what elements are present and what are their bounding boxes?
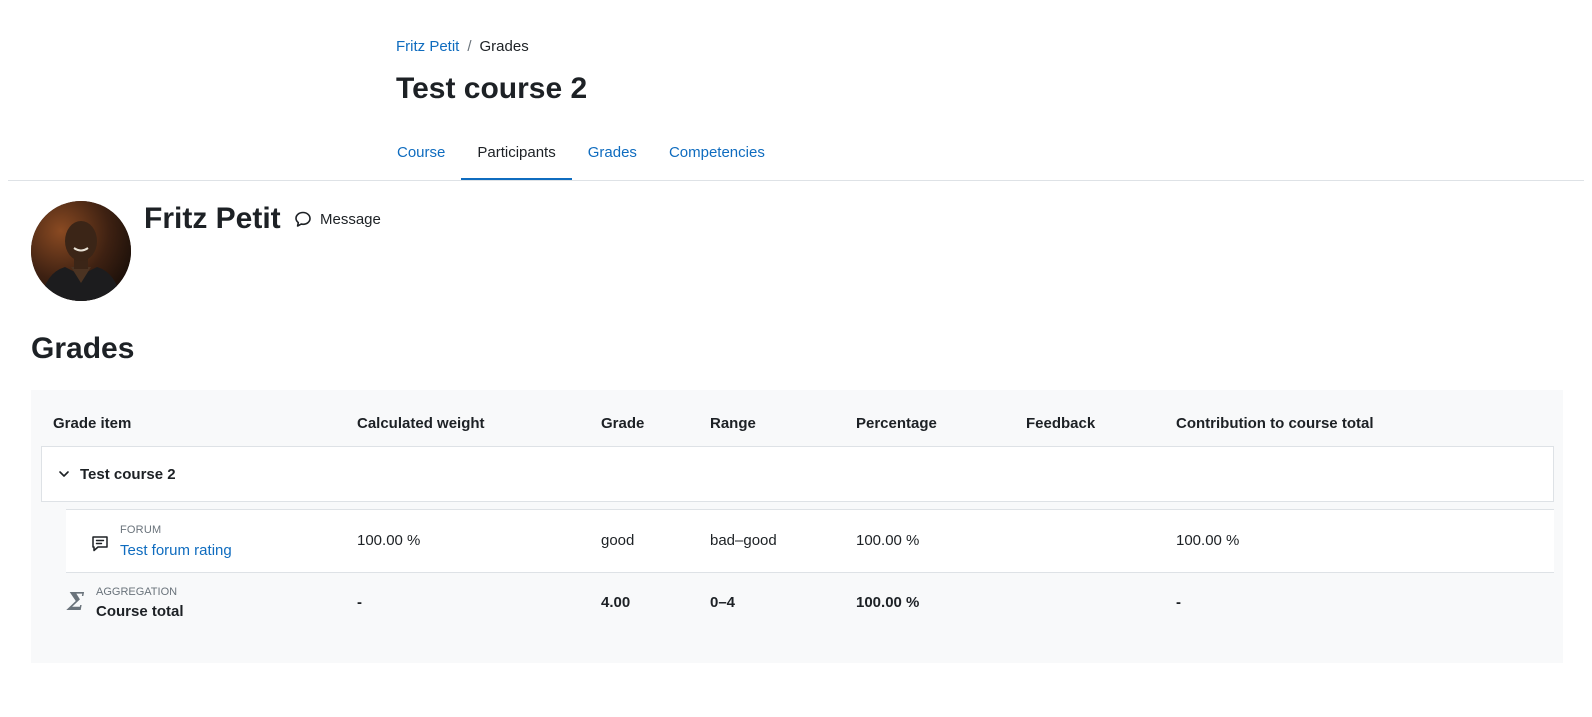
- category-row: Test course 2: [41, 446, 1554, 502]
- user-name: Fritz Petit: [144, 202, 281, 235]
- message-button[interactable]: Message: [294, 210, 381, 228]
- total-type: AGGREGATION: [96, 586, 178, 598]
- item-grade: good: [601, 532, 635, 549]
- total-contribution: -: [1176, 594, 1181, 611]
- column-header-range: Range: [710, 415, 756, 432]
- breadcrumb-separator: /: [467, 38, 472, 55]
- avatar-photo: [31, 201, 131, 301]
- column-header-percentage: Percentage: [856, 415, 937, 432]
- message-icon: [295, 211, 311, 227]
- total-percentage: 100.00 %: [856, 594, 920, 611]
- category-name: Test course 2: [80, 465, 176, 483]
- item-percentage: 100.00 %: [856, 532, 920, 549]
- total-weight: -: [357, 594, 362, 611]
- item-module-type: FORUM: [120, 524, 162, 536]
- column-header-feedback: Feedback: [1026, 415, 1096, 432]
- forum-icon: [90, 534, 110, 558]
- total-grade: 4.00: [601, 594, 631, 611]
- message-label: Message: [320, 210, 381, 228]
- column-header-grade: Grade: [601, 415, 645, 432]
- breadcrumb-current: Grades: [479, 38, 529, 55]
- grade-item-link[interactable]: Test forum rating: [120, 542, 232, 559]
- sigma-icon: Σ: [67, 587, 84, 616]
- column-header-grade-item: Grade item: [53, 415, 132, 432]
- course-total-row: Σ AGGREGATION Course total - 4.00 0–4 10…: [31, 573, 1563, 637]
- tab-competencies[interactable]: Competencies: [653, 124, 781, 181]
- secondary-navigation: Course Participants Grades Competencies: [396, 124, 781, 181]
- user-grade-report: Grade item Calculated weight Grade Range…: [31, 390, 1563, 663]
- grades-heading: Grades: [31, 332, 135, 365]
- item-contribution: 100.00 %: [1176, 532, 1240, 549]
- breadcrumb: Fritz Petit / Grades: [396, 38, 529, 55]
- column-header-calculated-weight: Calculated weight: [357, 415, 485, 432]
- avatar: [31, 201, 131, 301]
- item-range: bad–good: [710, 532, 777, 549]
- breadcrumb-link-user[interactable]: Fritz Petit: [396, 38, 459, 55]
- header-divider: [8, 180, 1584, 181]
- column-header-contribution: Contribution to course total: [1176, 415, 1374, 432]
- tab-grades[interactable]: Grades: [572, 124, 653, 181]
- total-name: Course total: [96, 603, 184, 620]
- page-title: Test course 2: [396, 72, 588, 105]
- total-range: 0–4: [710, 594, 736, 611]
- tab-participants[interactable]: Participants: [461, 124, 572, 181]
- chevron-down-icon[interactable]: [58, 468, 70, 480]
- item-weight: 100.00 %: [357, 532, 421, 549]
- grade-item-row: FORUM Test forum rating 100.00 % good ba…: [66, 509, 1554, 573]
- tab-course[interactable]: Course: [396, 124, 461, 181]
